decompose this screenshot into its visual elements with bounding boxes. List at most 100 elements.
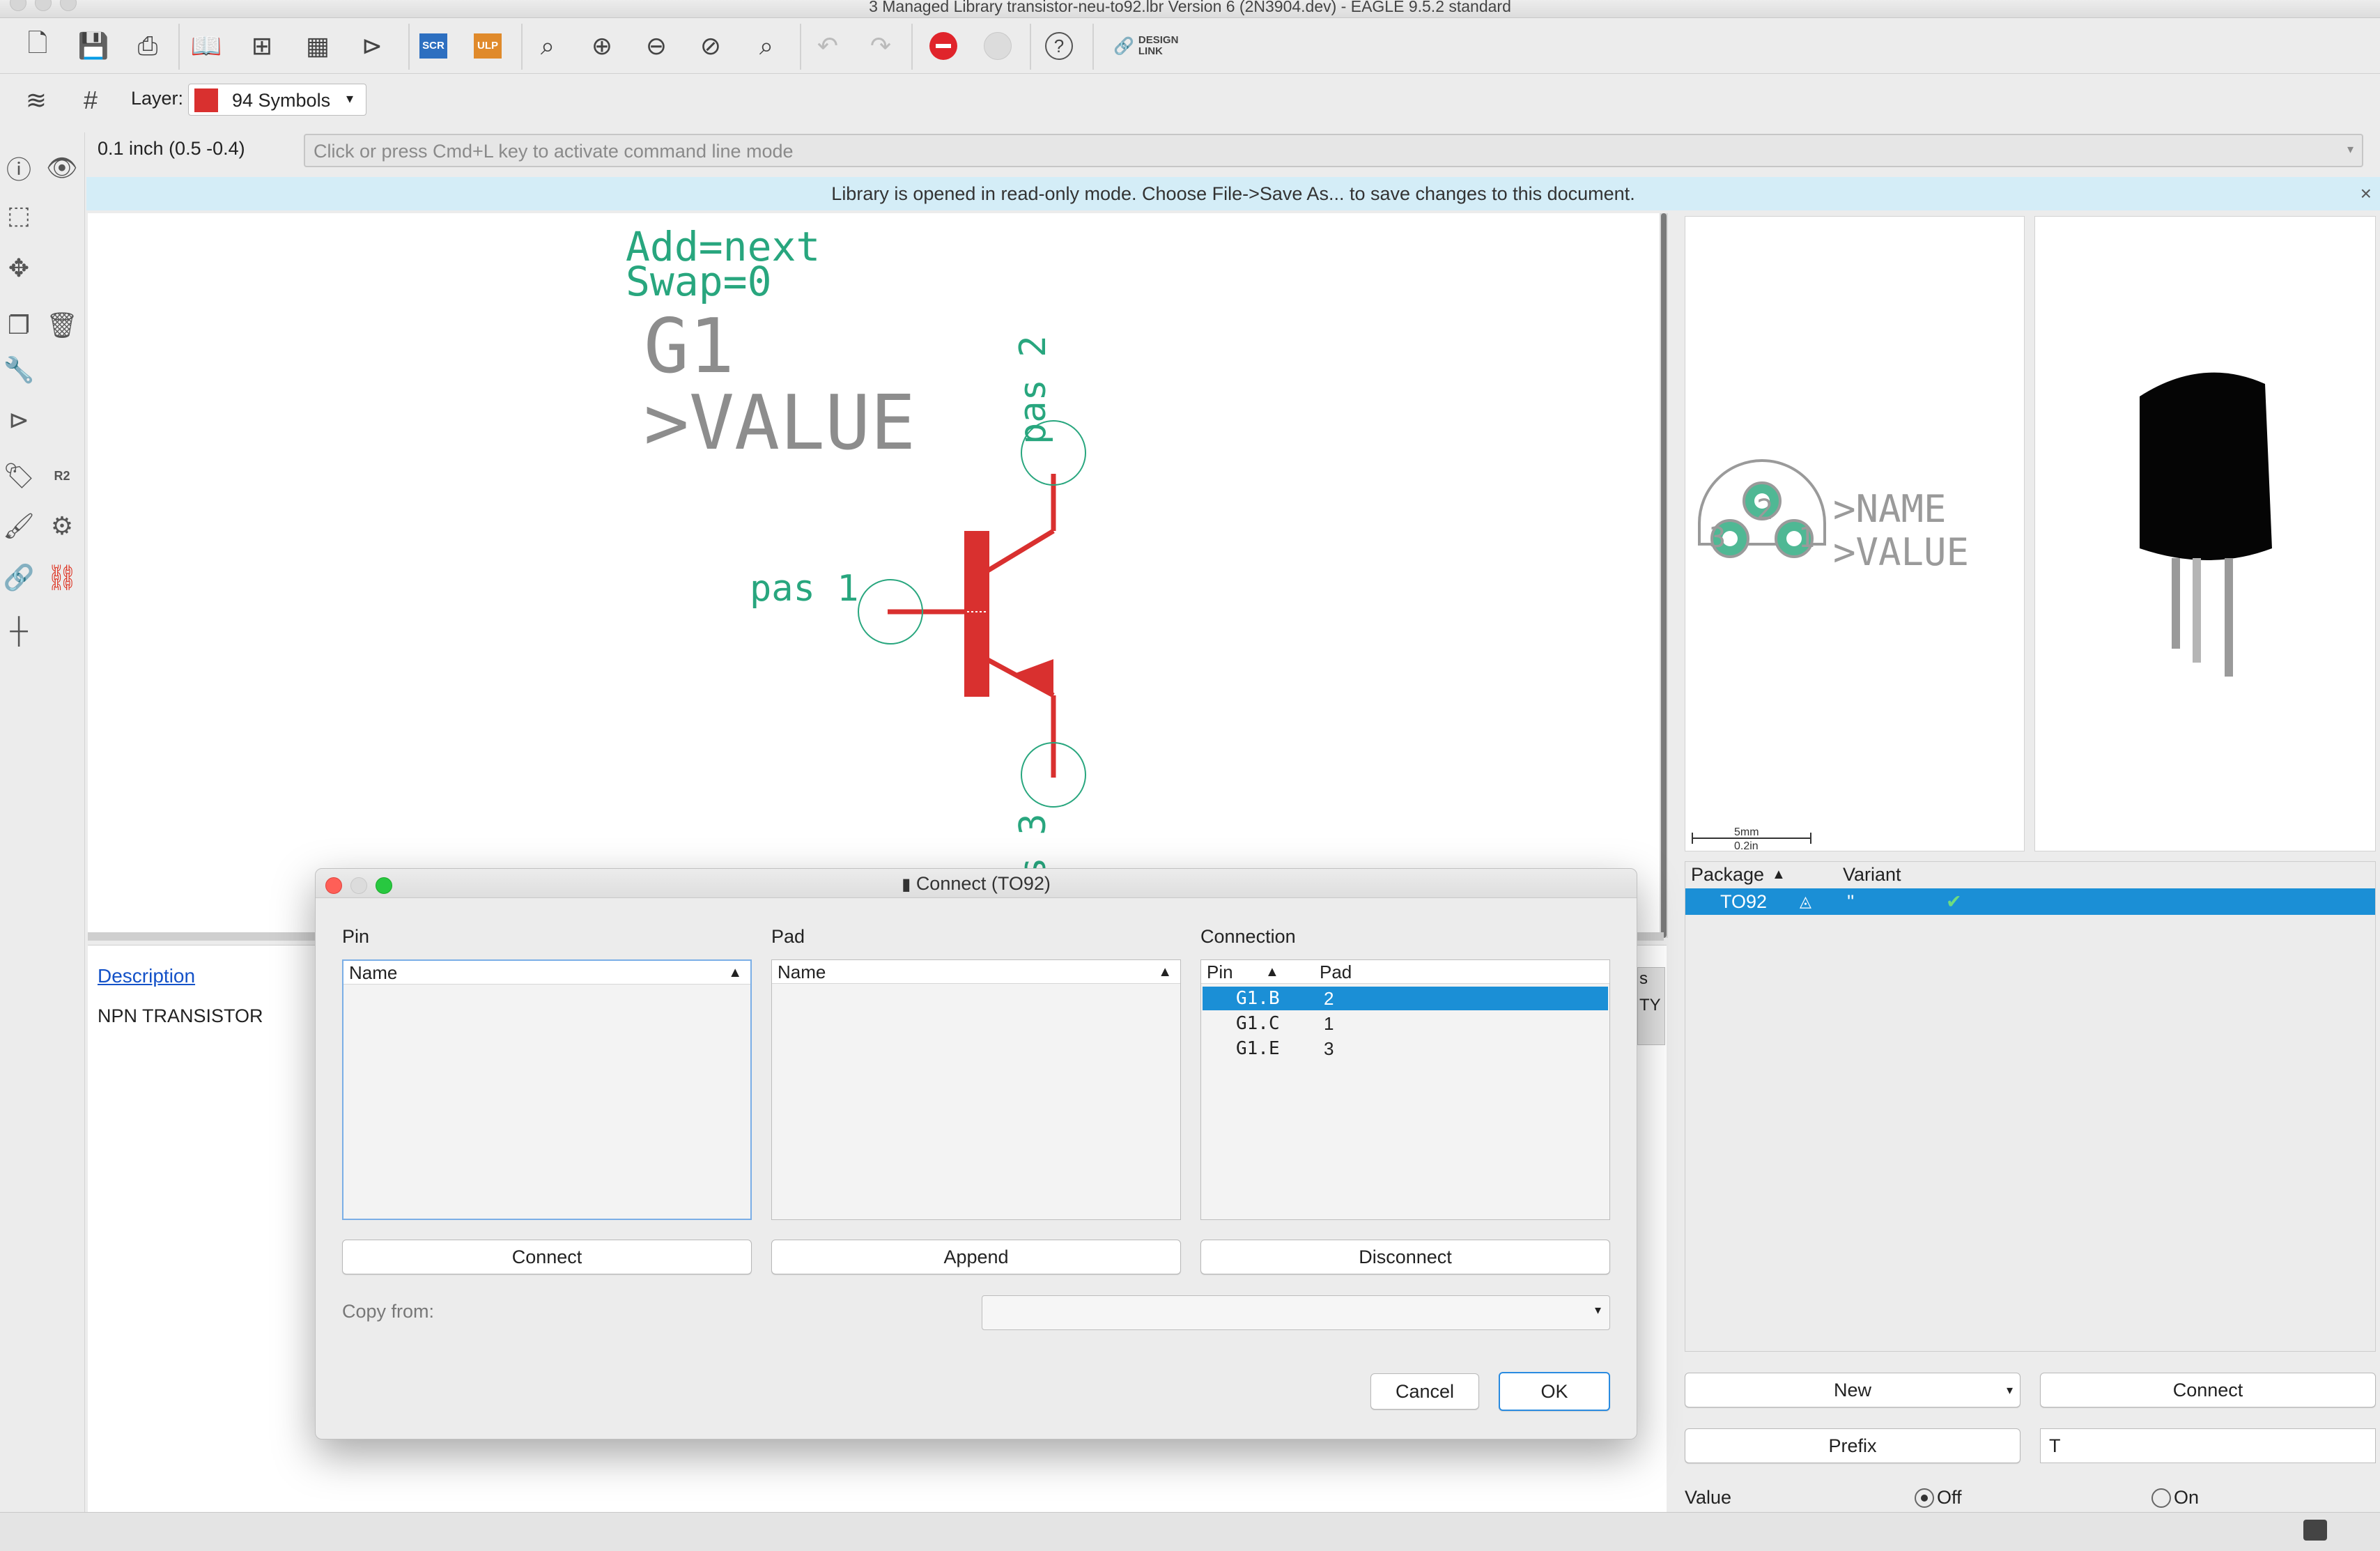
value-on-radio[interactable]: On	[2151, 1487, 2199, 1508]
pad-label-1: 1	[1798, 522, 1815, 554]
description-link[interactable]: Description	[98, 965, 195, 987]
zoom-redraw-icon[interactable]: ⊘	[693, 28, 729, 64]
canvas-vertical-scrollbar[interactable]	[1660, 213, 1668, 938]
cancel-button[interactable]: Cancel	[1370, 1373, 1479, 1410]
swap-attribute-text: Swap=0	[626, 258, 772, 305]
connection-row[interactable]: G1.B 2	[1203, 987, 1608, 1010]
help-icon[interactable]: ?	[1041, 28, 1077, 64]
symbol-icon[interactable]: ⊞	[244, 28, 280, 64]
layer-select[interactable]: 94 Symbols ▾	[188, 84, 366, 116]
schematic-canvas[interactable]: Add=next Swap=0 G1 >VALUE pas 1 pas 2 pa…	[88, 213, 1667, 938]
pad-label-2: 2	[1756, 494, 1773, 526]
connect-button[interactable]: Connect	[2040, 1373, 2376, 1407]
grid-readout: 0.1 inch (0.5 -0.4)	[98, 138, 245, 159]
pin-name-column[interactable]: Name	[349, 962, 397, 983]
sort-asc-icon: ▲	[1158, 964, 1172, 980]
pad-name-column[interactable]: Name	[778, 962, 826, 982]
lead-mid	[2193, 558, 2201, 663]
ulp-label: ULP	[474, 33, 502, 59]
connection-pad: 1	[1324, 1013, 1334, 1034]
copy-icon[interactable]: ❐	[0, 307, 38, 344]
connection-list[interactable]: Pin ▲ Pad G1.B 2 G1.C 1 G1.E 3	[1200, 959, 1610, 1220]
print-icon[interactable]: ⎙	[130, 28, 166, 64]
value-tag-icon[interactable]: R2	[43, 457, 81, 495]
disconnect-button[interactable]: Disconnect	[1200, 1240, 1610, 1274]
side-tab-2[interactable]: TY	[1639, 996, 1661, 1015]
connection-row[interactable]: G1.E 3	[1203, 1037, 1608, 1060]
new-file-icon[interactable]: 🗋	[20, 28, 56, 64]
append-button[interactable]: Append	[771, 1240, 1181, 1274]
attach-link-icon[interactable]: 🔗	[0, 559, 38, 596]
command-line-input[interactable]: Click or press Cmd+L key to activate com…	[304, 134, 2363, 167]
add-gate-icon[interactable]: ⊳	[0, 401, 38, 439]
value-off-radio[interactable]: Off	[1915, 1487, 1962, 1508]
save-icon[interactable]: 💾	[75, 28, 111, 64]
detach-link-icon[interactable]: ⛓	[43, 559, 81, 596]
package-list-header: Package ▲ Variant	[1685, 862, 2375, 887]
ulp-icon[interactable]: ULP	[470, 28, 506, 64]
main-toolbar: 🗋 💾 ⎙ 📖 ⊞ ▦ ⊳ SCR ULP ⌕ ⊕ ⊖ ⊘ ⌕ ↶ ↷ ? 🔗 …	[0, 18, 2380, 74]
connection-pin-column[interactable]: Pin	[1207, 962, 1233, 982]
move-icon[interactable]: ✥	[0, 249, 38, 287]
layer-color-swatch	[194, 88, 218, 112]
zoom-in-icon[interactable]: ⊕	[584, 28, 620, 64]
banner-text: Library is opened in read-only mode. Cho…	[831, 183, 1635, 204]
sort-asc-icon: ▲	[728, 965, 742, 980]
undo-icon[interactable]: ↶	[810, 28, 846, 64]
dialog-zoom-button[interactable]	[376, 877, 392, 894]
pin-list[interactable]: Name ▲	[342, 959, 752, 1220]
layer-label: Layer:	[131, 88, 184, 109]
wrench-icon[interactable]: 🔧	[0, 351, 38, 389]
transistor-symbol-drawing: Add=next Swap=0 G1 >VALUE pas 1 pas 2 pa…	[626, 223, 1086, 923]
grid-icon[interactable]: #	[72, 82, 109, 118]
dialog-close-button[interactable]	[325, 877, 342, 894]
script-icon[interactable]: SCR	[415, 28, 451, 64]
command-placeholder: Click or press Cmd+L key to activate com…	[314, 141, 794, 162]
go-icon[interactable]	[980, 28, 1016, 64]
check-icon: ✔	[1946, 891, 1962, 912]
prefix-button[interactable]: Prefix	[1685, 1428, 2020, 1463]
info-icon[interactable]: ⓘ	[0, 149, 38, 187]
delete-icon[interactable]: 🗑	[43, 307, 81, 344]
column-variant[interactable]: Variant	[1843, 862, 1901, 887]
dialog-minimize-button	[350, 877, 367, 894]
connection-pin: G1.B	[1236, 988, 1280, 1009]
chevron-down-icon[interactable]: ▾	[2347, 142, 2354, 157]
package-list[interactable]: Package ▲ Variant TO92 ◬ '' ✔	[1685, 861, 2376, 1352]
mark-icon[interactable]: ┼	[0, 612, 38, 649]
eye-icon[interactable]: 👁	[43, 149, 81, 187]
ratsnest-icon[interactable]: ⚙	[43, 507, 81, 545]
pad-list[interactable]: Name ▲	[771, 959, 1181, 1220]
base-bar	[964, 531, 989, 697]
column-package[interactable]: Package	[1691, 862, 1764, 887]
stop-icon[interactable]	[925, 28, 961, 64]
layers-icon[interactable]: ≋	[18, 82, 54, 118]
design-link-label: DESIGN LINK	[1138, 34, 1179, 57]
to92-3d-model	[2140, 372, 2272, 677]
paint-icon[interactable]: 🖌	[0, 507, 38, 545]
package-row[interactable]: TO92 ◬ '' ✔	[1685, 888, 2375, 915]
close-icon[interactable]: ×	[2360, 177, 2372, 210]
connection-row[interactable]: G1.C 1	[1203, 1012, 1608, 1035]
library-book-icon[interactable]: 📖	[188, 28, 224, 64]
group-select-icon[interactable]: ⬚	[0, 196, 38, 234]
ok-button[interactable]: OK	[1499, 1372, 1610, 1411]
package-icon[interactable]: ▦	[300, 28, 336, 64]
design-link-button[interactable]: 🔗 DESIGN LINK	[1113, 28, 1197, 64]
connection-pad-column[interactable]: Pad	[1320, 960, 1352, 984]
new-button[interactable]: New ▾	[1685, 1373, 2020, 1407]
copy-from-select[interactable]: ▾	[982, 1295, 1610, 1330]
zoom-select-icon[interactable]: ⌕	[748, 28, 785, 64]
pad-list-header: Name ▲	[772, 960, 1180, 984]
prefix-field[interactable]: T	[2040, 1428, 2376, 1463]
zoom-fit-icon[interactable]: ⌕	[530, 28, 566, 64]
side-tab-1[interactable]: s	[1639, 969, 1648, 989]
dialog-connect-button[interactable]: Connect	[342, 1240, 752, 1274]
tag-icon[interactable]: 🏷	[0, 457, 38, 495]
zoom-out-icon[interactable]: ⊖	[638, 28, 674, 64]
scale-mm: 5mm	[1734, 826, 1759, 838]
redo-icon[interactable]: ↷	[863, 28, 899, 64]
device-icon[interactable]: ⊳	[354, 28, 390, 64]
book-icon: ▮	[902, 875, 911, 894]
transistor-body	[2140, 372, 2272, 560]
